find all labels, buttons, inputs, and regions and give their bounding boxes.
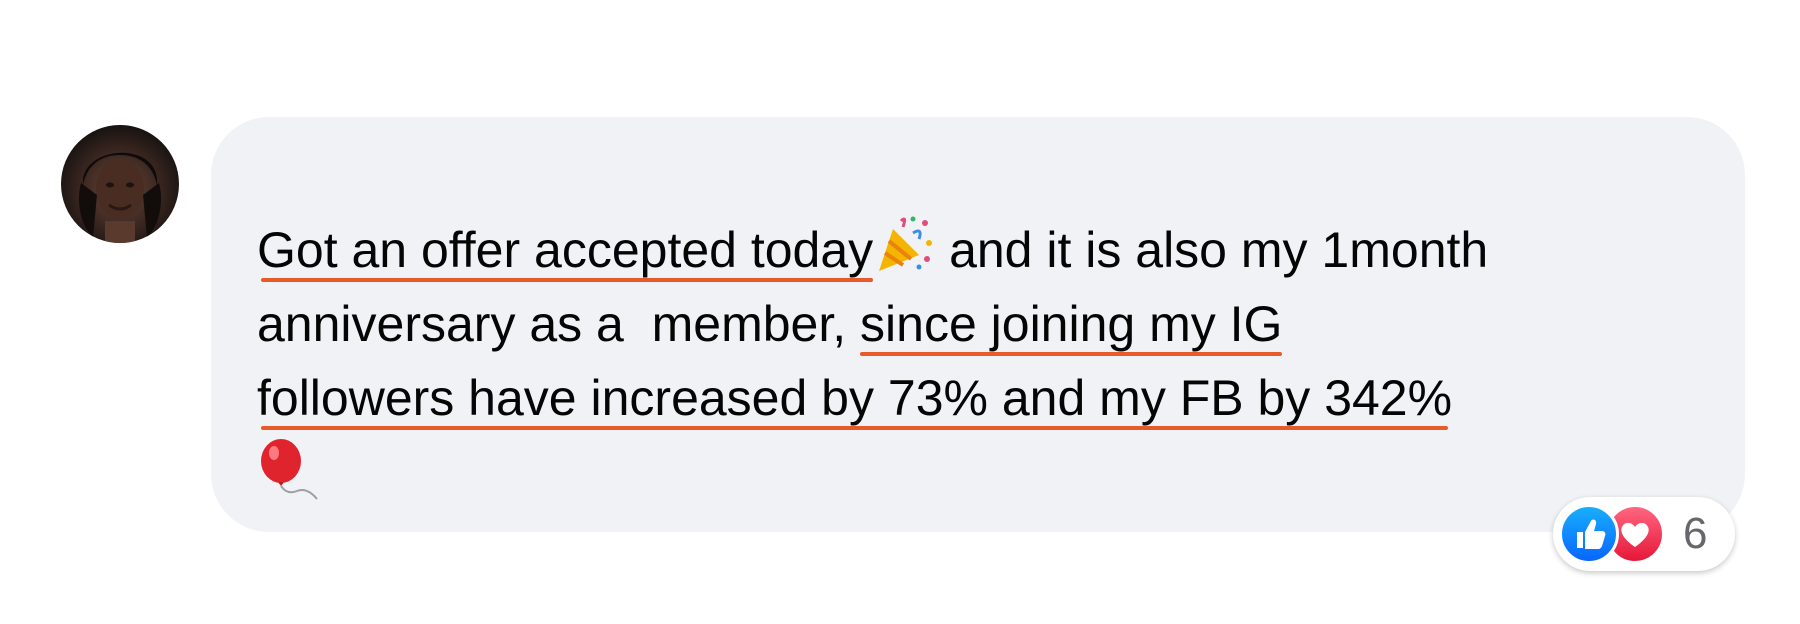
comment-line-3: followers have increased by 73% and my F… [257,361,1727,435]
highlight-followers-increase: followers have increased by 73% and my F… [257,370,1452,430]
comment-line-4 [257,435,1727,509]
comment-text: Got an offer accepted today and it is al… [257,213,1727,509]
like-icon [1559,504,1619,564]
avatar-image [78,152,162,243]
comment-thread: Got an offer accepted today and it is al… [0,0,1800,624]
underline-mark [261,426,1449,430]
underline-mark [261,278,874,283]
balloon-icon [257,435,327,525]
reaction-count: 6 [1683,509,1708,558]
highlight-offer-accepted: Got an offer accepted today [257,222,874,283]
comment-line-1: Got an offer accepted today and it is al… [257,213,1727,287]
reactions-summary[interactable]: 6 [1553,497,1735,571]
comment-line-2: anniversary as a member, since joining m… [257,287,1727,361]
highlight-since-joining: since joining my IG [860,296,1283,356]
avatar[interactable] [61,125,179,243]
underline-mark [860,352,1283,356]
party-popper-icon [873,213,935,295]
